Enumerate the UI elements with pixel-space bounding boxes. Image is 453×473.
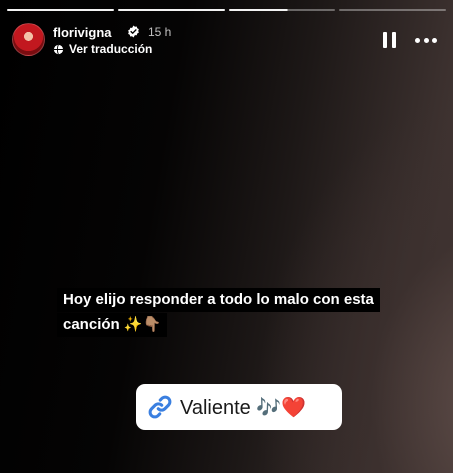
story-viewer[interactable]: florivigna 15 h Ver traducción Hoy elijo… [0, 0, 453, 473]
see-translation-button[interactable]: Ver traducción [53, 42, 152, 56]
avatar[interactable] [12, 23, 45, 56]
link-sticker[interactable]: Valiente 🎶❤️ [136, 384, 342, 430]
caption-line: canción ✨👇🏽 [57, 313, 168, 337]
story-progress-bar [7, 9, 446, 11]
link-icon [148, 395, 172, 419]
pause-icon[interactable] [383, 32, 397, 48]
story-header: florivigna 15 h Ver traducción [12, 22, 441, 60]
progress-segment [7, 9, 114, 11]
progress-segment [339, 9, 446, 11]
progress-segment [117, 9, 225, 11]
verified-badge-icon [128, 25, 139, 38]
progress-segment-active [228, 9, 336, 11]
story-caption: Hoy elijo responder a todo lo malo con e… [57, 288, 417, 337]
username[interactable]: florivigna [53, 25, 112, 40]
see-translation-label: Ver traducción [69, 42, 153, 56]
caption-line: Hoy elijo responder a todo lo malo con e… [57, 288, 380, 312]
link-sticker-label: Valiente 🎶❤️ [180, 396, 307, 419]
more-options-icon[interactable] [415, 38, 437, 44]
story-timestamp: 15 h [148, 25, 172, 39]
globe-icon [53, 44, 64, 54]
